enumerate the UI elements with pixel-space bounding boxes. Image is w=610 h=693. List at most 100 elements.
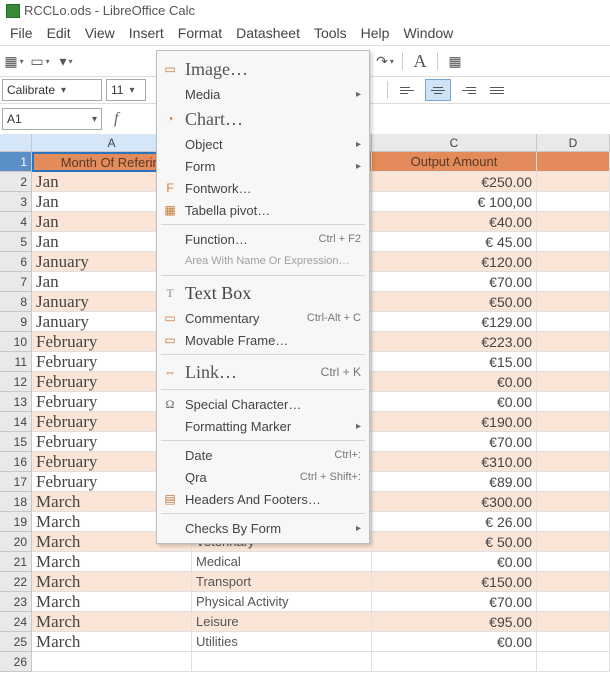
menu-file[interactable]: File	[4, 23, 39, 43]
cell-D26[interactable]	[537, 652, 610, 672]
menu-insert[interactable]: Insert	[123, 23, 170, 43]
cell-C6[interactable]: €120.00	[372, 252, 537, 272]
cell-C26[interactable]	[372, 652, 537, 672]
menu-item-named-area[interactable]: Area With Name Or Expression…	[157, 250, 369, 272]
menu-item-headers-footers[interactable]: ▤Headers And Footers…	[157, 488, 369, 510]
cell-A23[interactable]: March	[32, 592, 192, 612]
cell-C25[interactable]: €0.00	[372, 632, 537, 652]
cell-B24[interactable]: Leisure	[192, 612, 372, 632]
row-header-23[interactable]: 23	[0, 592, 32, 612]
col-header-C[interactable]: C	[372, 134, 537, 152]
redo-icon[interactable]: ↷	[373, 50, 397, 72]
cell-C4[interactable]: €40.00	[372, 212, 537, 232]
row-header-16[interactable]: 16	[0, 452, 32, 472]
row-header-3[interactable]: 3	[0, 192, 32, 212]
menu-item-special-char[interactable]: ΩSpecial Character…	[157, 393, 369, 415]
menu-item-checks-by-form[interactable]: Checks By Form▸	[157, 517, 369, 539]
cell-D14[interactable]	[537, 412, 610, 432]
cell-B22[interactable]: Transport	[192, 572, 372, 592]
menu-item-date[interactable]: DateCtrl+:	[157, 444, 369, 466]
row-header-12[interactable]: 12	[0, 372, 32, 392]
cell-D19[interactable]	[537, 512, 610, 532]
row-header-5[interactable]: 5	[0, 232, 32, 252]
row-header-26[interactable]: 26	[0, 652, 32, 672]
align-left-icon[interactable]	[395, 79, 421, 101]
cell-D15[interactable]	[537, 432, 610, 452]
menu-help[interactable]: Help	[355, 23, 396, 43]
cell-C11[interactable]: €15.00	[372, 352, 537, 372]
cell-D2[interactable]	[537, 172, 610, 192]
align-right-icon[interactable]	[455, 79, 481, 101]
col-header-D[interactable]: D	[537, 134, 610, 152]
font-name-combo[interactable]: Calibrate	[2, 79, 102, 101]
name-box[interactable]: A1	[2, 108, 102, 130]
menu-item-function[interactable]: Function…Ctrl + F2	[157, 228, 369, 250]
cell-B25[interactable]: Utilities	[192, 632, 372, 652]
cell-D25[interactable]	[537, 632, 610, 652]
cell-C18[interactable]: €300.00	[372, 492, 537, 512]
row-header-13[interactable]: 13	[0, 392, 32, 412]
menu-item-object[interactable]: Object▸	[157, 133, 369, 155]
cell-D3[interactable]	[537, 192, 610, 212]
row-header-6[interactable]: 6	[0, 252, 32, 272]
cell-C16[interactable]: €310.00	[372, 452, 537, 472]
cell-C22[interactable]: €150.00	[372, 572, 537, 592]
row-header-8[interactable]: 8	[0, 292, 32, 312]
cell-C24[interactable]: €95.00	[372, 612, 537, 632]
cell-A24[interactable]: March	[32, 612, 192, 632]
menu-item-image[interactable]: ▭Image…	[157, 55, 369, 83]
menu-format[interactable]: Format	[172, 23, 228, 43]
cell-C3[interactable]: € 100,00	[372, 192, 537, 212]
cell-D21[interactable]	[537, 552, 610, 572]
row-header-11[interactable]: 11	[0, 352, 32, 372]
cell-D22[interactable]	[537, 572, 610, 592]
cell-D4[interactable]	[537, 212, 610, 232]
cell-C21[interactable]: €0.00	[372, 552, 537, 572]
font-a-icon[interactable]: A	[408, 50, 432, 72]
cell-C12[interactable]: €0.00	[372, 372, 537, 392]
menu-datasheet[interactable]: Datasheet	[230, 23, 306, 43]
cell-C10[interactable]: €223.00	[372, 332, 537, 352]
menu-tools[interactable]: Tools	[308, 23, 353, 43]
menu-item-formatting-marker[interactable]: Formatting Marker▸	[157, 415, 369, 437]
font-size-combo[interactable]: 11	[106, 79, 146, 101]
cell-A22[interactable]: March	[32, 572, 192, 592]
row-header-22[interactable]: 22	[0, 572, 32, 592]
cell-D12[interactable]	[537, 372, 610, 392]
cell-D20[interactable]	[537, 532, 610, 552]
cell-D6[interactable]	[537, 252, 610, 272]
row-header-19[interactable]: 19	[0, 512, 32, 532]
fx-icon[interactable]: f	[114, 110, 118, 128]
cell-C17[interactable]: €89.00	[372, 472, 537, 492]
cell-D8[interactable]	[537, 292, 610, 312]
row-header-4[interactable]: 4	[0, 212, 32, 232]
cell-D17[interactable]	[537, 472, 610, 492]
menu-item-chart[interactable]: ◔Chart…	[157, 105, 369, 133]
cell-A26[interactable]	[32, 652, 192, 672]
cell-C15[interactable]: €70.00	[372, 432, 537, 452]
cell-C2[interactable]: €250.00	[372, 172, 537, 192]
row-header-17[interactable]: 17	[0, 472, 32, 492]
cell-B23[interactable]: Physical Activity	[192, 592, 372, 612]
row-header-14[interactable]: 14	[0, 412, 32, 432]
cell-D16[interactable]	[537, 452, 610, 472]
cell-C5[interactable]: € 45.00	[372, 232, 537, 252]
new-doc-icon[interactable]: ▦	[2, 50, 26, 72]
cell-A21[interactable]: March	[32, 552, 192, 572]
grid-icon[interactable]: ▦	[443, 50, 467, 72]
align-justify-icon[interactable]	[485, 79, 511, 101]
menu-item-textbox[interactable]: TText Box	[157, 279, 369, 307]
row-header-10[interactable]: 10	[0, 332, 32, 352]
cell-D18[interactable]	[537, 492, 610, 512]
menu-item-form[interactable]: Form▸	[157, 155, 369, 177]
menu-item-qra[interactable]: QraCtrl + Shift+:	[157, 466, 369, 488]
row-header-21[interactable]: 21	[0, 552, 32, 572]
row-header-18[interactable]: 18	[0, 492, 32, 512]
select-all-corner[interactable]	[0, 134, 32, 152]
cell-A25[interactable]: March	[32, 632, 192, 652]
menu-item-pivot[interactable]: ▦Tabella pivot…	[157, 199, 369, 221]
cell-C20[interactable]: € 50.00	[372, 532, 537, 552]
row-header-25[interactable]: 25	[0, 632, 32, 652]
menu-view[interactable]: View	[79, 23, 121, 43]
menu-item-commentary[interactable]: ▭CommentaryCtrl-Alt + C	[157, 307, 369, 329]
